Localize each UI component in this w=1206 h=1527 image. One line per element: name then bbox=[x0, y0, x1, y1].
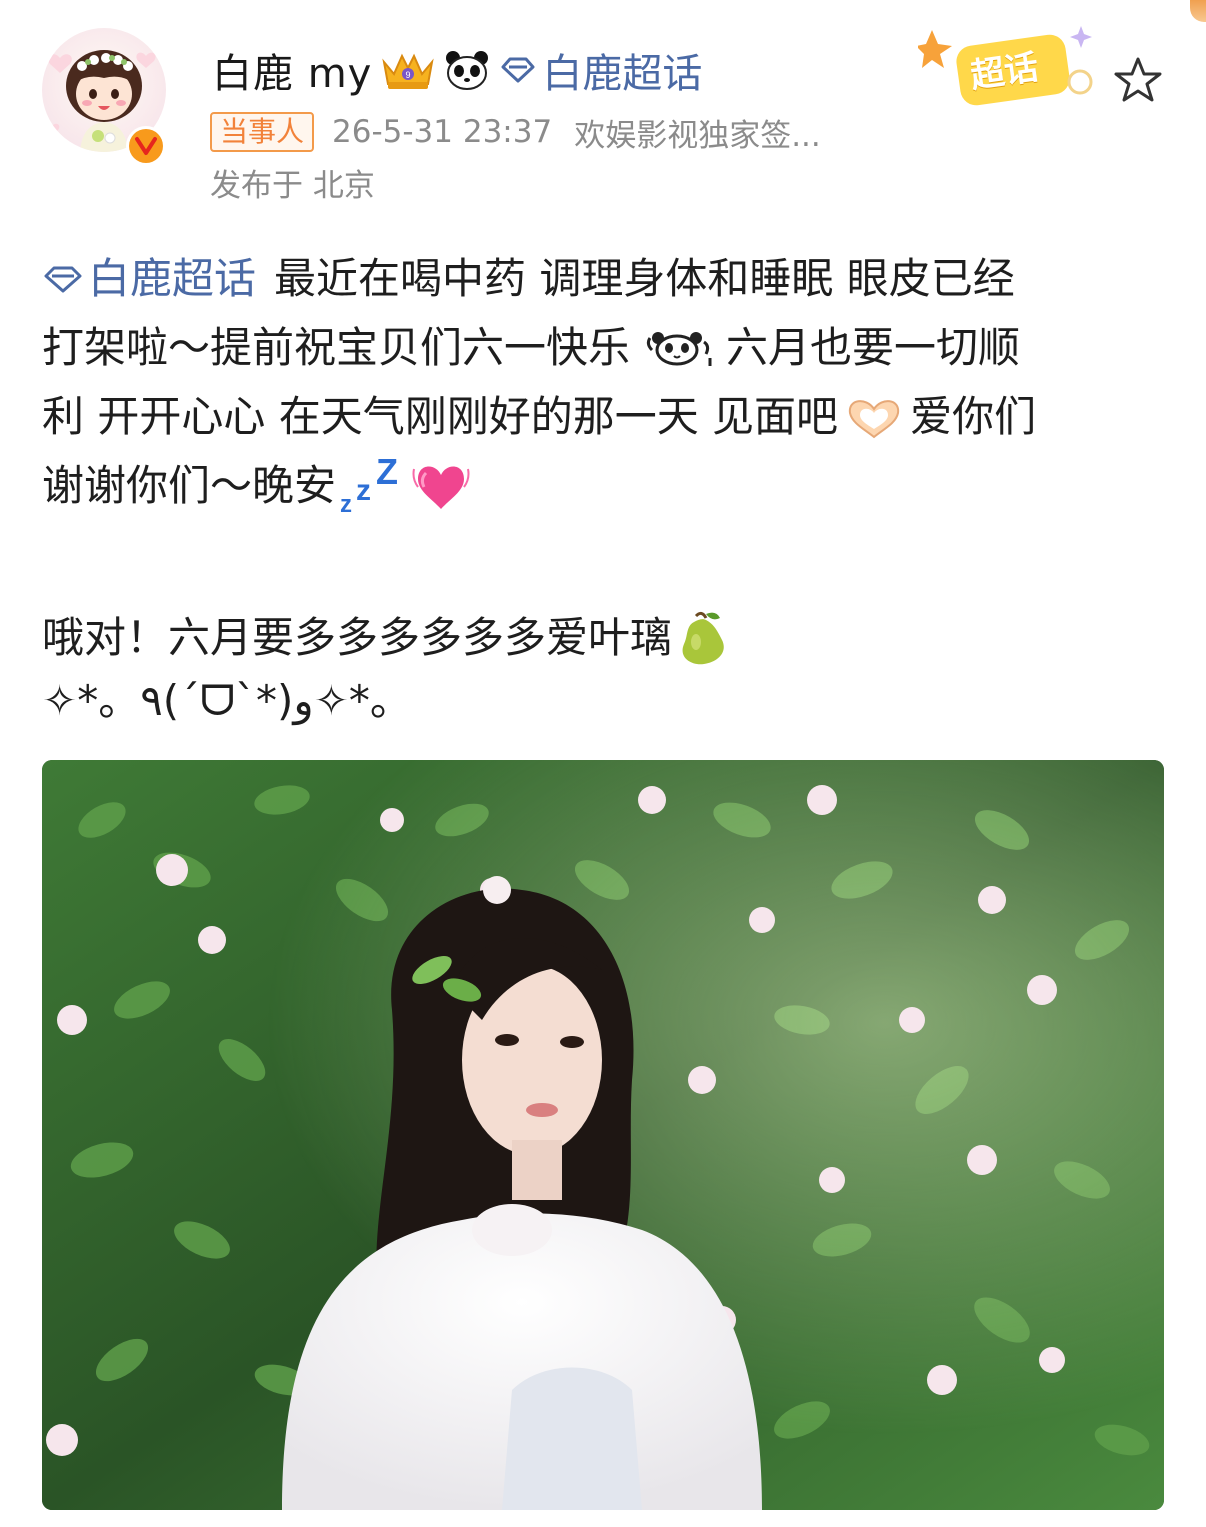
post-line-6: ✧*。٩(ˊᗜˋ*)و✧*。 bbox=[42, 666, 1172, 735]
favorite-star-button[interactable] bbox=[1110, 52, 1166, 108]
post-line-1-text: 最近在喝中药 调理身体和睡眠 眼皮已经 bbox=[274, 254, 1015, 303]
post-line-1: 白鹿超话 最近在喝中药 调理身体和睡眠 眼皮已经 bbox=[42, 244, 1172, 313]
supertopic-badge[interactable]: 超话 bbox=[916, 20, 1108, 110]
photo-image bbox=[42, 760, 1164, 1510]
post-line-2a: 打架啦～提前祝宝贝们六一快乐 bbox=[42, 323, 631, 372]
panda-icon bbox=[444, 49, 490, 91]
svg-text:z: z bbox=[340, 491, 352, 516]
post-location: 发布于 北京 bbox=[210, 168, 375, 204]
topic-tag-label: 白鹿超话 bbox=[542, 51, 703, 97]
post-line-2b: 六月也要一切顺 bbox=[726, 323, 1021, 372]
post-topic-label: 白鹿超话 bbox=[88, 254, 257, 303]
supertopic-badge-label: 超话 bbox=[968, 47, 1041, 97]
verified-v-icon bbox=[129, 129, 163, 163]
post-line-4: 谢谢你们～晚安 z z Z bbox=[42, 451, 1172, 520]
zzz-emoji: z z Z bbox=[340, 456, 402, 516]
pear-emoji bbox=[676, 608, 732, 668]
name-row: 白鹿 my 9 白鹿超话 bbox=[212, 40, 702, 100]
post-body: 白鹿超话 最近在喝中药 调理身体和睡眠 眼皮已经 打架啦～提前祝宝贝们六一快乐 bbox=[42, 244, 1172, 735]
star-icon bbox=[1114, 57, 1162, 102]
post-line-4-text: 谢谢你们～晚安 bbox=[42, 461, 337, 510]
crown-icon: 9 bbox=[380, 48, 436, 92]
growing-heart-emoji bbox=[412, 459, 470, 513]
post-line-3b: 爱你们 bbox=[910, 392, 1037, 441]
meta-row: 当事人 26-5-31 23:37 欢娱影视独家签... bbox=[210, 110, 821, 154]
post-line-3: 利 开开心心 在天气刚刚好的那一天 见面吧 爱你们 bbox=[42, 382, 1172, 451]
post-topic-link[interactable]: 白鹿超话 bbox=[42, 244, 256, 313]
post-line-6-text: ✧*。٩(ˊᗜˋ*)و✧*。 bbox=[42, 676, 412, 725]
diamond-icon bbox=[44, 266, 82, 292]
post-source[interactable]: 欢娱影视独家签... bbox=[574, 110, 821, 155]
panda-emoji bbox=[644, 328, 718, 368]
svg-text:z: z bbox=[356, 474, 371, 507]
post-line-5: 哦对！六月要多多多多多多爱叶璃 bbox=[42, 603, 1172, 672]
post-time: 26-5-31 23:37 bbox=[332, 114, 553, 150]
post-line-3a: 利 开开心心 在天气刚刚好的那一天 见面吧 bbox=[42, 392, 839, 441]
heart-hands-emoji bbox=[844, 395, 904, 439]
role-badge: 当事人 bbox=[210, 112, 315, 152]
post-photo[interactable] bbox=[42, 760, 1164, 1510]
user-name[interactable]: 白鹿 my bbox=[212, 41, 372, 99]
verified-badge bbox=[126, 126, 166, 166]
post-line-2: 打架啦～提前祝宝贝们六一快乐 六月也要一切顺 bbox=[42, 313, 1172, 382]
post-line-5-text: 哦对！六月要多多多多多多爱叶璃 bbox=[42, 613, 673, 662]
diamond-icon bbox=[501, 57, 535, 83]
corner-accent bbox=[1190, 0, 1206, 22]
topic-tag-link[interactable]: 白鹿超话 bbox=[500, 41, 702, 99]
svg-text:9: 9 bbox=[406, 70, 411, 80]
svg-text:Z: Z bbox=[376, 456, 398, 492]
weibo-post-page: 白鹿 my 9 白鹿超话 超话 当事人 26-5-31 23:37 欢娱影视独家… bbox=[0, 0, 1206, 1527]
